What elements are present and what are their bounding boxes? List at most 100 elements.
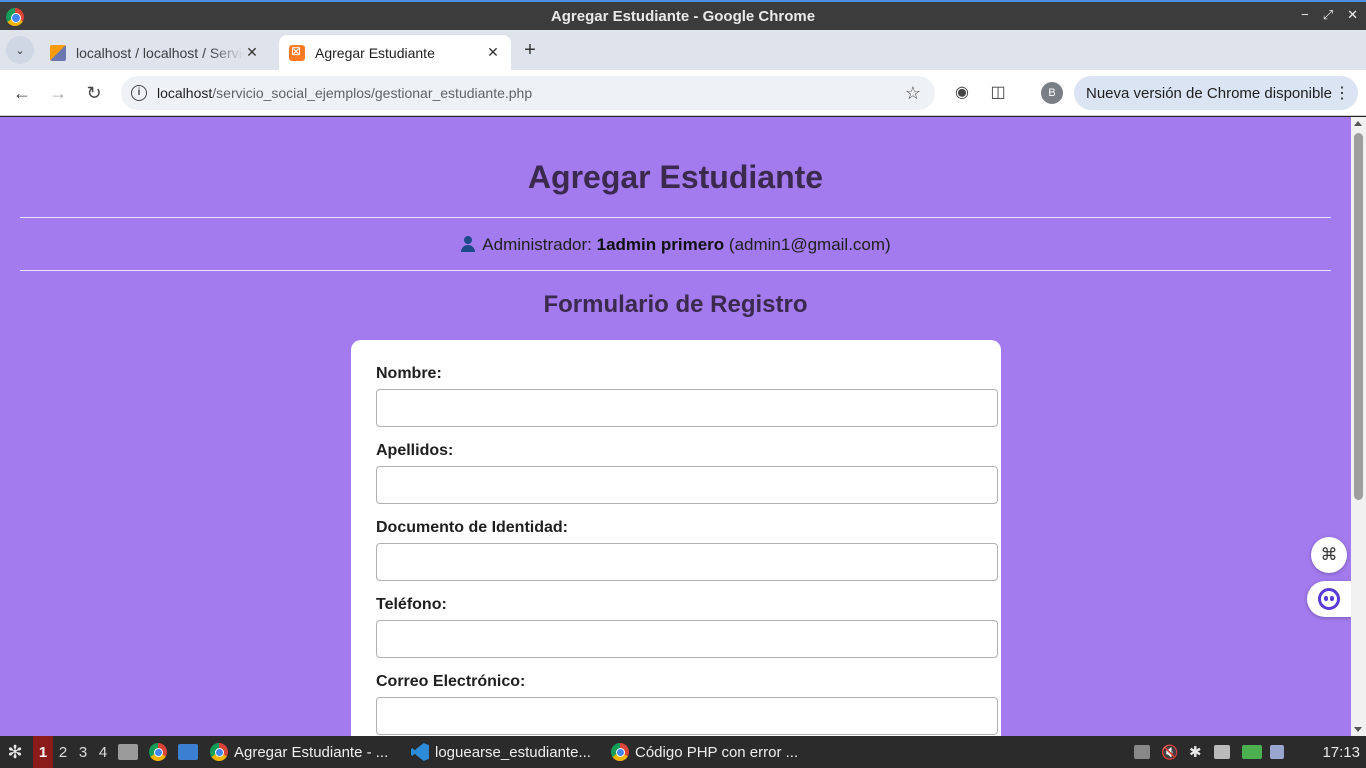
- close-icon[interactable]: ✕: [485, 44, 501, 61]
- chrome-launcher[interactable]: [149, 736, 167, 768]
- folder-icon: [118, 744, 138, 760]
- browser-toolbar: ← → ↻ i localhost/servicio_social_ejempl…: [0, 70, 1366, 116]
- ai-assistant-button[interactable]: [1307, 581, 1351, 617]
- battery-full-icon: [1242, 745, 1262, 759]
- extensions-puzzle-icon[interactable]: ◫: [987, 82, 1009, 104]
- bluetooth-icon[interactable]: ✱: [1189, 736, 1202, 768]
- scroll-up-icon[interactable]: [1354, 121, 1362, 126]
- xampp-icon: [289, 44, 305, 61]
- apellidos-input[interactable]: [376, 466, 998, 504]
- admin-name: 1admin primero: [596, 235, 725, 254]
- url-host: localhost: [157, 85, 213, 101]
- chrome-icon: [210, 743, 228, 761]
- documento-label: Documento de Identidad:: [376, 519, 568, 536]
- nombre-input[interactable]: [376, 389, 998, 427]
- new-tab-button[interactable]: +: [518, 39, 542, 63]
- extension-ai-icon[interactable]: ◉: [951, 82, 973, 104]
- window-launcher[interactable]: [178, 736, 198, 768]
- start-menu-icon[interactable]: ✻: [4, 736, 26, 768]
- task-agregar-estudiante[interactable]: Agregar Estudiante - ...: [210, 736, 388, 768]
- divider: [20, 270, 1331, 271]
- window-icon: [178, 744, 198, 760]
- reload-icon: ↻: [86, 83, 102, 103]
- vscode-icon: [411, 743, 429, 761]
- workspace-1[interactable]: 1: [33, 736, 53, 768]
- tab-phpmyadmin[interactable]: localhost / localhost / Servidor ✕: [40, 35, 270, 70]
- task-vscode[interactable]: loguearse_estudiante...: [411, 736, 591, 768]
- kebab-menu-icon[interactable]: ⋮: [1334, 83, 1350, 103]
- telefono-label: Teléfono:: [376, 596, 447, 613]
- ai-assistant-icon: [1318, 588, 1340, 610]
- arrow-right-icon: →: [49, 83, 67, 103]
- command-shortcut-button[interactable]: ⌘: [1311, 537, 1347, 573]
- back-button[interactable]: ←: [10, 81, 34, 105]
- correo-input[interactable]: [376, 697, 998, 735]
- window-title: Agregar Estudiante - Google Chrome: [550, 7, 816, 25]
- telefono-input[interactable]: [376, 620, 998, 658]
- scroll-down-icon[interactable]: [1354, 727, 1362, 732]
- form-title: Formulario de Registro: [543, 291, 808, 318]
- forward-button[interactable]: →: [46, 81, 70, 105]
- notification-icon[interactable]: [1270, 736, 1284, 768]
- site-info-icon[interactable]: i: [131, 85, 147, 101]
- bookmark-star-icon[interactable]: ☆: [905, 83, 921, 104]
- admin-prefix: Administrador:: [482, 235, 592, 254]
- page-title: Agregar Estudiante: [527, 159, 824, 195]
- chrome-icon: [149, 743, 167, 761]
- file-manager-launcher[interactable]: [118, 736, 138, 768]
- command-icon: ⌘: [1320, 545, 1338, 564]
- user-icon: [460, 236, 476, 252]
- url-path: /servicio_social_ejemplos/gestionar_estu…: [212, 85, 533, 101]
- documento-input[interactable]: [376, 543, 998, 581]
- monitor-icon: [1214, 745, 1230, 759]
- update-chrome-button[interactable]: Nueva versión de Chrome disponible ⋮: [1074, 76, 1358, 110]
- battery-icon[interactable]: [1242, 736, 1262, 768]
- task-label: Agregar Estudiante - ...: [234, 743, 389, 761]
- workspace-2[interactable]: 2: [53, 736, 73, 768]
- correo-label: Correo Electrónico:: [376, 673, 526, 690]
- close-window-icon[interactable]: ✕: [1347, 7, 1358, 23]
- clock[interactable]: 17:13: [1322, 736, 1360, 768]
- chevron-down-icon: ⌄: [15, 44, 25, 57]
- admin-email: (admin1@gmail.com): [728, 235, 891, 254]
- workspace-4[interactable]: 4: [93, 736, 113, 768]
- minimize-icon[interactable]: −: [1301, 7, 1309, 23]
- window-controls: − ⤢ ✕: [1301, 7, 1358, 23]
- arrow-left-icon: ←: [13, 83, 31, 103]
- page-scrollbar[interactable]: [1351, 117, 1366, 736]
- tab-label: localhost / localhost / Servidor: [76, 44, 244, 61]
- page-viewport: Agregar Estudiante Administrador: 1admin…: [0, 117, 1351, 736]
- phpmyadmin-icon: [50, 44, 66, 61]
- taskbar: ✻ 1 2 3 4 Agregar Estudiante - ... logue…: [0, 736, 1366, 768]
- chrome-icon: [611, 743, 629, 761]
- workspace-3[interactable]: 3: [73, 736, 93, 768]
- tab-label: Agregar Estudiante: [315, 44, 435, 61]
- close-icon[interactable]: ✕: [244, 44, 260, 61]
- tab-search-button[interactable]: ⌄: [6, 36, 34, 64]
- reload-button[interactable]: ↻: [82, 81, 106, 105]
- update-chip-label: Nueva versión de Chrome disponible: [1086, 84, 1332, 102]
- maximize-icon[interactable]: ⤢: [1323, 7, 1333, 23]
- tab-agregar-estudiante[interactable]: Agregar Estudiante ✕: [279, 35, 511, 70]
- alert-icon: [1270, 745, 1284, 759]
- window-titlebar: Agregar Estudiante - Google Chrome − ⤢ ✕: [0, 0, 1366, 30]
- task-label: Código PHP con error ...: [635, 743, 799, 761]
- url-text[interactable]: localhost/servicio_social_ejemplos/gesti…: [157, 85, 905, 101]
- profile-avatar[interactable]: B: [1041, 82, 1063, 104]
- nombre-label: Nombre:: [376, 365, 442, 382]
- tray-upload-icon[interactable]: [1134, 736, 1150, 768]
- registration-form: Nombre: Apellidos: Documento de Identida…: [351, 340, 1001, 736]
- task-label: loguearse_estudiante...: [435, 743, 591, 761]
- tab-strip: ⌄ localhost / localhost / Servidor ✕ Agr…: [0, 30, 1366, 70]
- scrollbar-thumb[interactable]: [1354, 133, 1363, 500]
- upload-icon: [1134, 745, 1150, 759]
- volume-muted-icon[interactable]: 🔇: [1161, 736, 1178, 768]
- divider: [20, 217, 1331, 218]
- plus-icon: +: [524, 39, 536, 61]
- admin-info: Administrador: 1admin primero (admin1@gm…: [0, 235, 1351, 255]
- apellidos-label: Apellidos:: [376, 442, 454, 459]
- chrome-icon: [6, 8, 24, 26]
- address-bar[interactable]: i localhost/servicio_social_ejemplos/ges…: [121, 76, 935, 110]
- task-codigo-php[interactable]: Código PHP con error ...: [611, 736, 798, 768]
- tray-monitor-icon[interactable]: [1214, 736, 1230, 768]
